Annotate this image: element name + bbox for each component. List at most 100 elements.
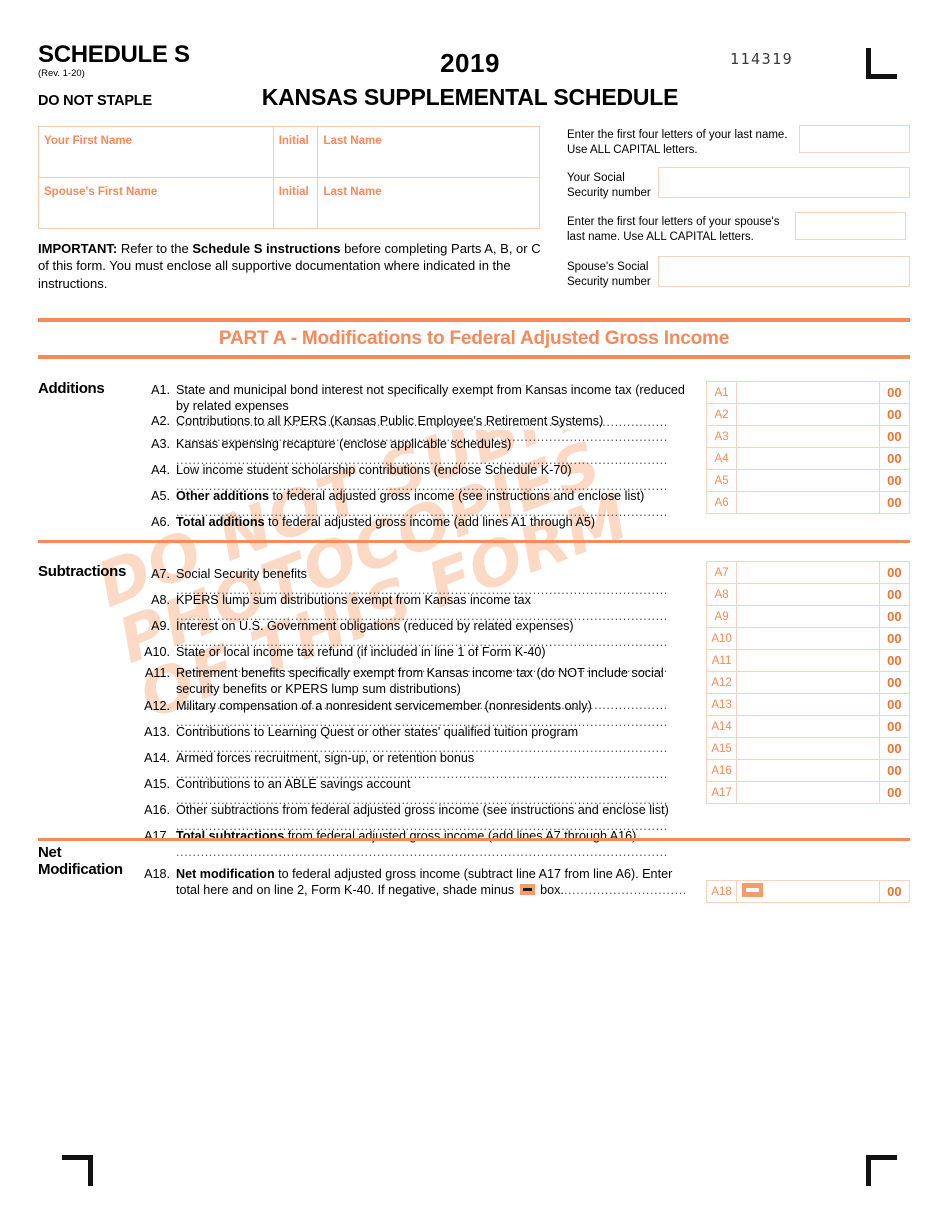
amount-input-a15[interactable]: [736, 737, 880, 760]
amount-cents-a17: 00: [878, 781, 911, 804]
amount-cents-a18: 00: [878, 880, 911, 903]
amount-code-a10: A10: [705, 627, 738, 650]
line-item-a13: A13. Contributions to Learning Quest or o…: [138, 724, 696, 755]
line-number-a12: A12.: [144, 699, 170, 713]
amount-code-a4: A4: [705, 447, 738, 470]
a13-text: Contributions to Learning Quest or other…: [176, 725, 579, 739]
important-note: IMPORTANT: Refer to the Schedule S instr…: [38, 240, 550, 292]
amount-code-a1: A1: [705, 381, 738, 404]
table-row: A3 00: [705, 425, 911, 448]
negative-shade-checkbox[interactable]: [742, 882, 764, 897]
amount-input-a7[interactable]: [736, 561, 880, 584]
amount-code-a14: A14: [705, 715, 738, 738]
a11-text: Retirement benefits specifically exempt …: [176, 666, 664, 697]
a6-text: to federal adjusted gross income (add li…: [264, 515, 596, 529]
line-number-a1: A1.: [151, 383, 170, 397]
amount-input-a12[interactable]: [736, 671, 880, 694]
amount-input-a13[interactable]: [736, 693, 880, 716]
your-first-name-cell[interactable]: Your First Name: [38, 126, 274, 178]
amount-cents-a6: 00: [878, 491, 911, 514]
amount-code-a17: A17: [705, 781, 738, 804]
amount-code-a7: A7: [705, 561, 738, 584]
table-row: A14 00: [705, 715, 911, 738]
amount-code-a13: A13: [705, 693, 738, 716]
spouse-last-name-letters-input[interactable]: [795, 212, 906, 240]
a6-bold-lead: Total additions: [176, 515, 265, 529]
amount-input-a5[interactable]: [736, 469, 880, 492]
spouse-initial-cell[interactable]: Initial: [272, 177, 319, 229]
important-text-1: Refer to the: [117, 241, 193, 256]
spouse-first-name-label: Spouse's First Name: [44, 186, 158, 198]
amount-code-a3: A3: [705, 425, 738, 448]
amount-cents-a1: 00: [878, 381, 911, 404]
amount-cents-a7: 00: [878, 561, 911, 584]
amount-input-a4[interactable]: [736, 447, 880, 470]
form-number: 114319: [730, 50, 794, 68]
your-initial-label: Initial: [278, 135, 309, 147]
table-row: A12 00: [705, 671, 911, 694]
a15-text: Contributions to an ABLE savings account: [176, 777, 411, 791]
part-a-banner: PART A - Modifications to Federal Adjust…: [38, 318, 910, 359]
table-row: A1 00: [705, 381, 911, 404]
a17-leader-dots: ........................................…: [176, 845, 668, 860]
amount-input-a6[interactable]: [736, 491, 880, 514]
amount-input-a3[interactable]: [736, 425, 880, 448]
amount-cents-a13: 00: [878, 693, 911, 716]
line-number-a9: A9.: [151, 619, 170, 633]
line-item-a18: A18. Net modification to federal adjuste…: [138, 866, 696, 898]
amount-input-a9[interactable]: [736, 605, 880, 628]
spouse-ssn-input[interactable]: [658, 256, 910, 287]
amount-code-a16: A16: [705, 759, 738, 782]
table-row: A8 00: [705, 583, 911, 606]
your-last-name-cell[interactable]: Last Name: [317, 126, 540, 178]
amount-code-a8: A8: [705, 583, 738, 606]
spouse-last-name-label: Last Name: [323, 186, 382, 198]
table-row: A6 00: [705, 491, 911, 514]
amount-cents-a4: 00: [878, 447, 911, 470]
your-last-name-label: Last Name: [323, 135, 382, 147]
line-number-a17: A17.: [144, 829, 170, 843]
a18-bold-lead: Net modification: [176, 867, 275, 881]
amount-input-a2[interactable]: [736, 403, 880, 426]
net-modification-heading: Net Modification: [38, 844, 123, 878]
a6-leader-dots: ........................................…: [176, 531, 668, 546]
amount-cents-a8: 00: [878, 583, 911, 606]
tax-year: 2019: [440, 48, 500, 78]
your-ssn-input[interactable]: [658, 167, 910, 198]
net-modification-amount-table: A18 00: [705, 880, 911, 903]
amount-input-a1[interactable]: [736, 381, 880, 404]
a2-text: Contributions to all KPERS (Kansas Publi…: [176, 414, 604, 428]
line-text-a18: Net modification to federal adjusted gro…: [176, 866, 696, 898]
amount-cents-a5: 00: [878, 469, 911, 492]
amount-input-a10[interactable]: [736, 627, 880, 650]
your-last-name-letters-input[interactable]: [799, 125, 910, 153]
table-row: A4 00: [705, 447, 911, 470]
a1-text: State and municipal bond interest not sp…: [176, 383, 685, 414]
line-item-a1: A1. State and municipal bond interest not…: [138, 382, 696, 429]
amount-input-a11[interactable]: [736, 649, 880, 672]
amount-cents-a2: 00: [878, 403, 911, 426]
registration-mark-top-right: [866, 48, 897, 79]
line-number-a7: A7.: [151, 567, 170, 581]
line-number-a4: A4.: [151, 463, 170, 477]
a18-text-2: box.: [536, 883, 564, 898]
amount-cents-a16: 00: [878, 759, 911, 782]
line-number-a18: A18.: [144, 867, 170, 881]
amount-input-a17[interactable]: [736, 781, 880, 804]
spouse-last-name-cell[interactable]: Last Name: [317, 177, 540, 229]
spouse-initial-label: Initial: [278, 186, 309, 198]
amount-input-a16[interactable]: [736, 759, 880, 782]
amount-input-a8[interactable]: [736, 583, 880, 606]
a5-text: to federal adjusted gross income (see in…: [269, 489, 645, 503]
line-number-a5: A5.: [151, 489, 170, 503]
line-number-a6: A6.: [151, 515, 170, 529]
amount-input-a18[interactable]: [736, 880, 880, 903]
table-row: A10 00: [705, 627, 911, 650]
amount-input-a14[interactable]: [736, 715, 880, 738]
subtractions-amount-table: A7 00 A8 00 A9 00 A10 00 A11 00 A12 00 A13 00 A14 00 A15…: [705, 561, 911, 804]
line-number-a11: A11.: [145, 666, 170, 680]
subtractions-line-list: A7. Social Security benefits ............…: [138, 566, 696, 859]
your-initial-cell[interactable]: Initial: [272, 126, 319, 178]
important-label: IMPORTANT:: [38, 241, 118, 256]
spouse-first-name-cell[interactable]: Spouse's First Name: [38, 177, 274, 229]
